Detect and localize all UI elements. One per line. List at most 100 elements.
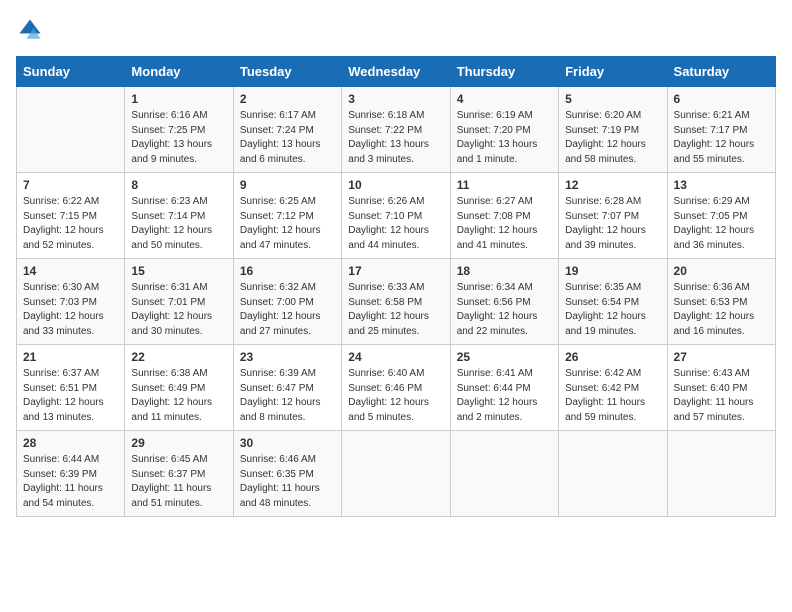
day-number: 4 [457, 92, 552, 106]
day-info: Sunrise: 6:17 AM Sunset: 7:24 PM Dayligh… [240, 109, 335, 167]
day-info: Sunrise: 6:30 AM Sunset: 7:03 PM Dayligh… [23, 281, 118, 339]
calendar-week-row: 14 Sunrise: 6:30 AM Sunset: 7:03 PM Dayli… [17, 259, 776, 345]
calendar-cell: 28Sunrise: 6:44 AM Sunset: 6:39 PM Dayli… [17, 431, 125, 517]
weekday-header-wednesday: Wednesday [342, 57, 450, 87]
calendar-cell: 7 Sunrise: 6:22 AM Sunset: 7:15 PM Daylig… [17, 173, 125, 259]
calendar-cell [559, 431, 667, 517]
day-number: 28 [23, 436, 118, 450]
day-number: 14 [23, 264, 118, 278]
weekday-header-saturday: Saturday [667, 57, 775, 87]
day-info: Sunrise: 6:39 AM Sunset: 6:47 PM Dayligh… [240, 367, 335, 425]
calendar-cell: 15Sunrise: 6:31 AM Sunset: 7:01 PM Dayli… [125, 259, 233, 345]
calendar-cell: 16 Sunrise: 6:32 AM Sunset: 7:00 PM Dayli… [233, 259, 341, 345]
day-info: Sunrise: 6:32 AM Sunset: 7:00 PM Dayligh… [240, 281, 335, 339]
day-info: Sunrise: 6:26 AM Sunset: 7:10 PM Dayligh… [348, 195, 443, 253]
calendar-cell: 1 Sunrise: 6:16 AM Sunset: 7:25 PM Daylig… [125, 87, 233, 173]
day-number: 30 [240, 436, 335, 450]
day-number: 6 [674, 92, 769, 106]
day-number: 2 [240, 92, 335, 106]
day-number: 20 [674, 264, 769, 278]
day-info: Sunrise: 6:25 AM Sunset: 7:12 PM Dayligh… [240, 195, 335, 253]
calendar-cell: 27 Sunrise: 6:43 AM Sunset: 6:40 PM Dayli… [667, 345, 775, 431]
day-info: Sunrise: 6:21 AM Sunset: 7:17 PM Dayligh… [674, 109, 769, 167]
calendar-cell: 25 Sunrise: 6:41 AM Sunset: 6:44 PM Dayli… [450, 345, 558, 431]
calendar-cell: 4 Sunrise: 6:19 AM Sunset: 7:20 PM Daylig… [450, 87, 558, 173]
calendar-cell: 10 Sunrise: 6:26 AM Sunset: 7:10 PM Dayli… [342, 173, 450, 259]
calendar-week-row: 21 Sunrise: 6:37 AM Sunset: 6:51 PM Dayli… [17, 345, 776, 431]
day-info: Sunrise: 6:43 AM Sunset: 6:40 PM Dayligh… [674, 367, 769, 425]
calendar-table: SundayMondayTuesdayWednesdayThursdayFrid… [16, 56, 776, 517]
day-number: 23 [240, 350, 335, 364]
day-info: Sunrise: 6:31 AM Sunset: 7:01 PM Dayligh… [131, 281, 226, 339]
calendar-cell: 8 Sunrise: 6:23 AM Sunset: 7:14 PM Daylig… [125, 173, 233, 259]
day-number: 11 [457, 178, 552, 192]
day-number: 9 [240, 178, 335, 192]
day-number: 10 [348, 178, 443, 192]
calendar-cell [667, 431, 775, 517]
calendar-cell: 14 Sunrise: 6:30 AM Sunset: 7:03 PM Dayli… [17, 259, 125, 345]
calendar-cell: 17Sunrise: 6:33 AM Sunset: 6:58 PM Dayli… [342, 259, 450, 345]
day-info: Sunrise: 6:29 AM Sunset: 7:05 PM Dayligh… [674, 195, 769, 253]
day-info: Sunrise: 6:35 AM Sunset: 6:54 PM Dayligh… [565, 281, 660, 339]
calendar-cell: 13Sunrise: 6:29 AM Sunset: 7:05 PM Dayli… [667, 173, 775, 259]
day-info: Sunrise: 6:37 AM Sunset: 6:51 PM Dayligh… [23, 367, 118, 425]
day-number: 21 [23, 350, 118, 364]
calendar-cell: 2 Sunrise: 6:17 AM Sunset: 7:24 PM Daylig… [233, 87, 341, 173]
day-info: Sunrise: 6:23 AM Sunset: 7:14 PM Dayligh… [131, 195, 226, 253]
calendar-cell: 12 Sunrise: 6:28 AM Sunset: 7:07 PM Dayli… [559, 173, 667, 259]
day-number: 25 [457, 350, 552, 364]
day-info: Sunrise: 6:19 AM Sunset: 7:20 PM Dayligh… [457, 109, 552, 167]
calendar-cell: 19Sunrise: 6:35 AM Sunset: 6:54 PM Dayli… [559, 259, 667, 345]
page-header [16, 16, 776, 44]
day-number: 12 [565, 178, 660, 192]
day-number: 5 [565, 92, 660, 106]
day-number: 16 [240, 264, 335, 278]
day-number: 8 [131, 178, 226, 192]
day-number: 26 [565, 350, 660, 364]
calendar-cell [17, 87, 125, 173]
calendar-cell: 11Sunrise: 6:27 AM Sunset: 7:08 PM Dayli… [450, 173, 558, 259]
calendar-week-row: 28Sunrise: 6:44 AM Sunset: 6:39 PM Dayli… [17, 431, 776, 517]
day-info: Sunrise: 6:33 AM Sunset: 6:58 PM Dayligh… [348, 281, 443, 339]
calendar-cell: 9 Sunrise: 6:25 AM Sunset: 7:12 PM Daylig… [233, 173, 341, 259]
weekday-header-sunday: Sunday [17, 57, 125, 87]
weekday-header-thursday: Thursday [450, 57, 558, 87]
calendar-cell: 29 Sunrise: 6:45 AM Sunset: 6:37 PM Dayli… [125, 431, 233, 517]
calendar-cell: 20Sunrise: 6:36 AM Sunset: 6:53 PM Dayli… [667, 259, 775, 345]
day-info: Sunrise: 6:42 AM Sunset: 6:42 PM Dayligh… [565, 367, 660, 425]
weekday-header-row: SundayMondayTuesdayWednesdayThursdayFrid… [17, 57, 776, 87]
day-info: Sunrise: 6:45 AM Sunset: 6:37 PM Dayligh… [131, 453, 226, 511]
calendar-cell: 22 Sunrise: 6:38 AM Sunset: 6:49 PM Dayli… [125, 345, 233, 431]
logo-icon [16, 16, 44, 44]
day-number: 27 [674, 350, 769, 364]
day-number: 3 [348, 92, 443, 106]
day-number: 1 [131, 92, 226, 106]
weekday-header-friday: Friday [559, 57, 667, 87]
day-number: 29 [131, 436, 226, 450]
calendar-cell: 23 Sunrise: 6:39 AM Sunset: 6:47 PM Dayli… [233, 345, 341, 431]
calendar-cell: 5Sunrise: 6:20 AM Sunset: 7:19 PM Daylig… [559, 87, 667, 173]
calendar-cell [342, 431, 450, 517]
day-info: Sunrise: 6:22 AM Sunset: 7:15 PM Dayligh… [23, 195, 118, 253]
day-number: 22 [131, 350, 226, 364]
day-info: Sunrise: 6:28 AM Sunset: 7:07 PM Dayligh… [565, 195, 660, 253]
day-number: 18 [457, 264, 552, 278]
day-number: 24 [348, 350, 443, 364]
day-info: Sunrise: 6:40 AM Sunset: 6:46 PM Dayligh… [348, 367, 443, 425]
calendar-cell: 21 Sunrise: 6:37 AM Sunset: 6:51 PM Dayli… [17, 345, 125, 431]
day-info: Sunrise: 6:18 AM Sunset: 7:22 PM Dayligh… [348, 109, 443, 167]
day-number: 7 [23, 178, 118, 192]
day-info: Sunrise: 6:41 AM Sunset: 6:44 PM Dayligh… [457, 367, 552, 425]
day-info: Sunrise: 6:38 AM Sunset: 6:49 PM Dayligh… [131, 367, 226, 425]
day-info: Sunrise: 6:46 AM Sunset: 6:35 PM Dayligh… [240, 453, 335, 511]
calendar-cell: 26 Sunrise: 6:42 AM Sunset: 6:42 PM Dayli… [559, 345, 667, 431]
calendar-cell: 24 Sunrise: 6:40 AM Sunset: 6:46 PM Dayli… [342, 345, 450, 431]
day-info: Sunrise: 6:34 AM Sunset: 6:56 PM Dayligh… [457, 281, 552, 339]
calendar-cell: 6 Sunrise: 6:21 AM Sunset: 7:17 PM Daylig… [667, 87, 775, 173]
calendar-cell: 3 Sunrise: 6:18 AM Sunset: 7:22 PM Daylig… [342, 87, 450, 173]
weekday-header-tuesday: Tuesday [233, 57, 341, 87]
logo [16, 16, 48, 44]
calendar-week-row: 7 Sunrise: 6:22 AM Sunset: 7:15 PM Daylig… [17, 173, 776, 259]
calendar-cell: 18 Sunrise: 6:34 AM Sunset: 6:56 PM Dayli… [450, 259, 558, 345]
day-info: Sunrise: 6:16 AM Sunset: 7:25 PM Dayligh… [131, 109, 226, 167]
